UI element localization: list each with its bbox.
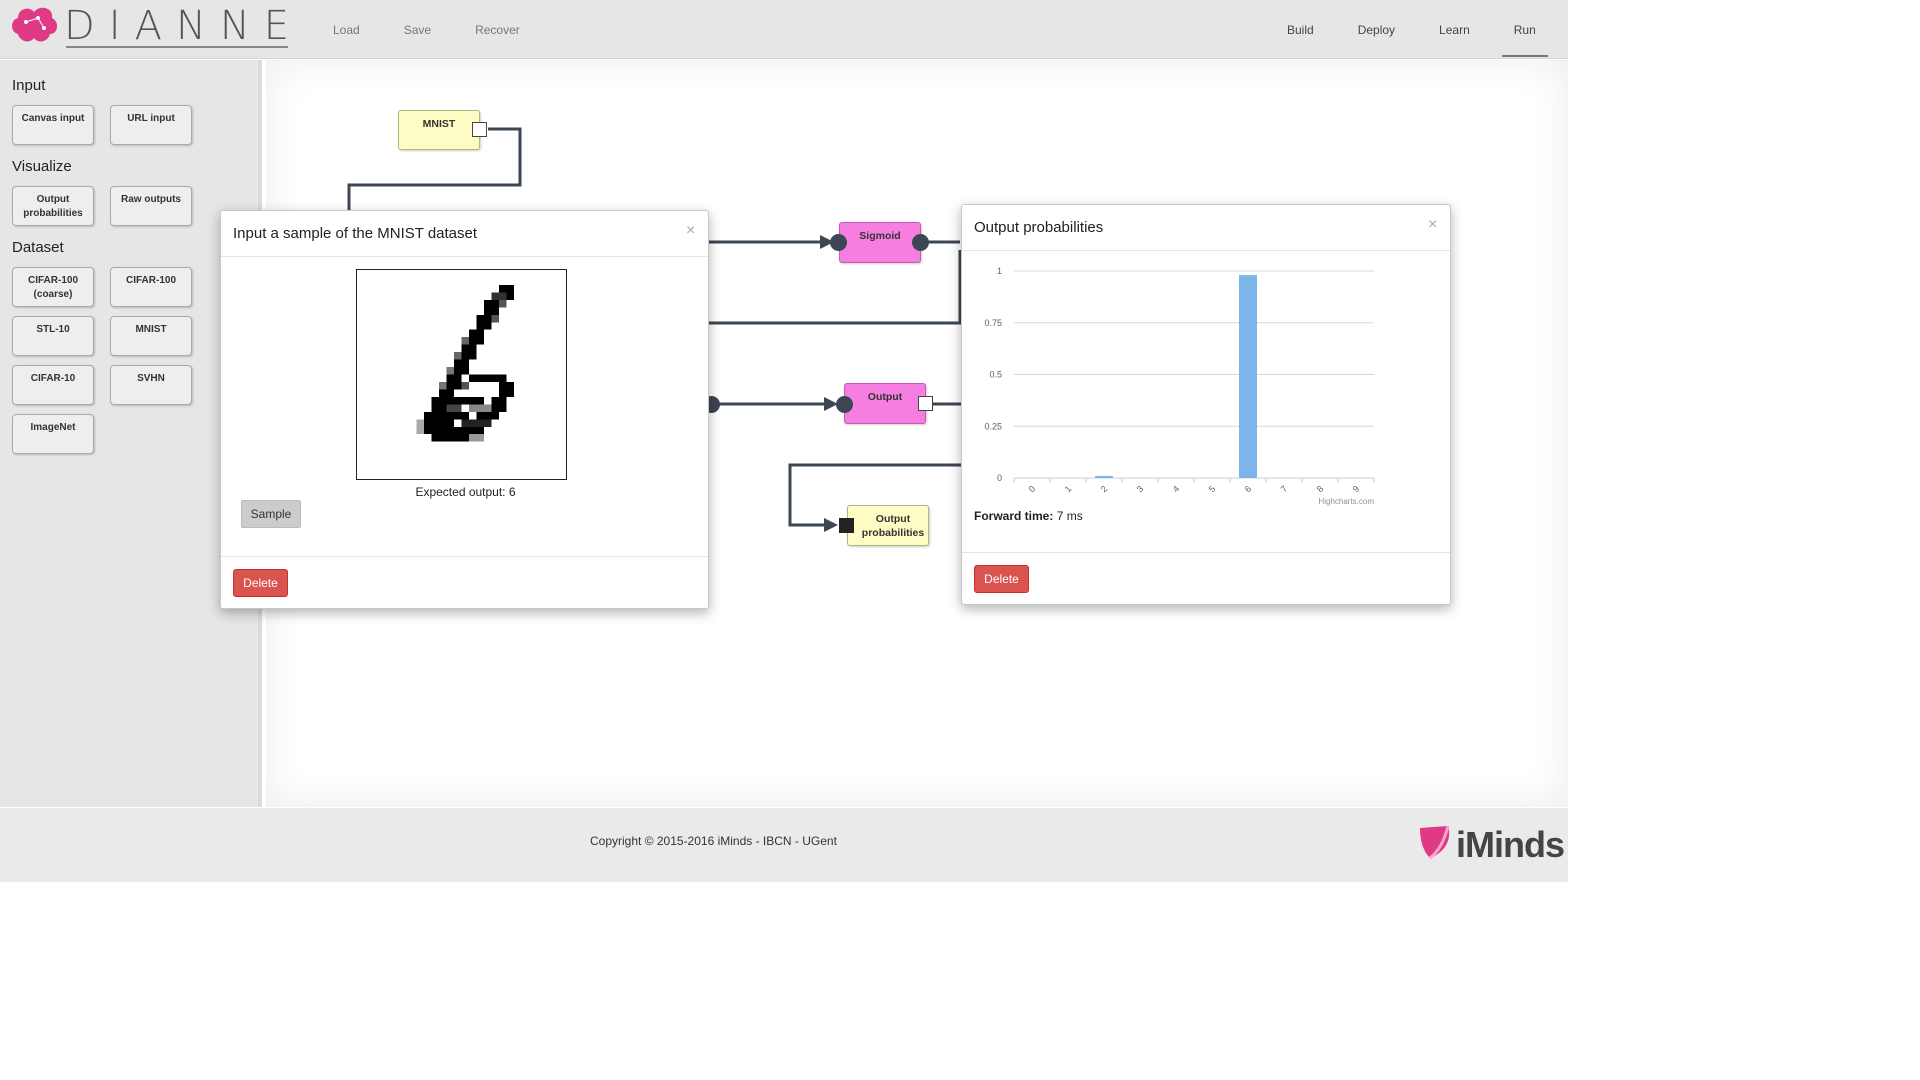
node-sigmoid[interactable]: Sigmoid [839,222,921,263]
port-square[interactable] [839,518,854,533]
delete-button[interactable]: Delete [974,565,1029,593]
y-tick-label: 0 [997,473,1002,483]
x-tick-label: 9 [1351,484,1362,495]
close-icon[interactable]: × [1428,216,1437,234]
divider [962,552,1450,553]
forward-time-label: Forward time: [974,509,1054,523]
iminds-brand-text: iMinds [1456,824,1565,865]
link-return [708,250,962,325]
iminds-leaf-icon [1420,825,1450,860]
digit-six-image [416,284,514,442]
node-mnist-label: MNIST [422,118,456,130]
output-probabilities-title: Output probabilities [974,219,1104,236]
expected-output-label: Expected output: 6 [415,485,516,499]
y-tick-label: 0.75 [984,318,1002,328]
port-circle[interactable] [836,396,853,413]
y-tick-label: 0.5 [989,370,1002,380]
x-tick-label: 5 [1207,484,1218,495]
probability-bar-chart: 0 0.25 0.5 0.75 1 0 1 2 3 4 5 6 7 8 9 Highcharts.com [984,266,1375,506]
sample-dialog: Input a sample of the MNIST dataset × Ex… [220,210,709,609]
output-probabilities-dialog: Output probabilities × 0 0.25 0.5 0.75 1 0 1 2 3… [961,204,1451,605]
y-tick-label: 1 [997,266,1002,276]
mnist-sample-image [356,269,567,480]
node-mnist[interactable]: MNIST [398,110,480,150]
x-tick-label: 7 [1279,484,1290,495]
port-square[interactable] [472,122,487,137]
x-tick-label: 0 [1027,484,1038,495]
highcharts-credit: Highcharts.com [1318,497,1374,506]
port-circle[interactable] [912,234,929,251]
footer: Copyright © 2015-2016 iMinds - IBCN - UG… [0,808,1568,882]
forward-time-value: 7 ms [1056,509,1083,523]
port-square[interactable] [918,396,933,411]
iminds-logo: iMinds [1418,824,1565,866]
x-tick-label: 1 [1063,484,1074,495]
node-output-probabilities-label: Output probabilities [861,513,925,539]
node-output-label: Output [867,391,903,403]
sample-dialog-title: Input a sample of the MNIST dataset [233,225,478,242]
x-tick-label: 8 [1315,484,1326,495]
node-output[interactable]: Output [844,383,926,424]
arrow-head [824,518,838,532]
close-icon[interactable]: × [686,222,695,240]
bar-6 [1239,275,1257,478]
forward-time: Forward time: 7 ms [974,509,1083,523]
sample-button[interactable]: Sample [241,500,301,528]
bar-2 [1095,475,1113,478]
divider [221,256,708,257]
y-tick-label: 0.25 [984,421,1002,431]
copyright-text: Copyright © 2015-2016 iMinds - IBCN - UG… [590,834,837,848]
x-tick-label: 3 [1135,484,1146,495]
divider [221,556,708,557]
delete-button[interactable]: Delete [233,569,288,597]
divider [962,250,1450,251]
node-output-probabilities[interactable]: Output probabilities [847,505,929,546]
port-circle[interactable] [830,234,847,251]
x-tick-label: 2 [1099,484,1110,495]
node-sigmoid-label: Sigmoid [859,230,901,242]
x-tick-label: 4 [1171,484,1182,495]
x-tick-label: 6 [1243,484,1254,495]
